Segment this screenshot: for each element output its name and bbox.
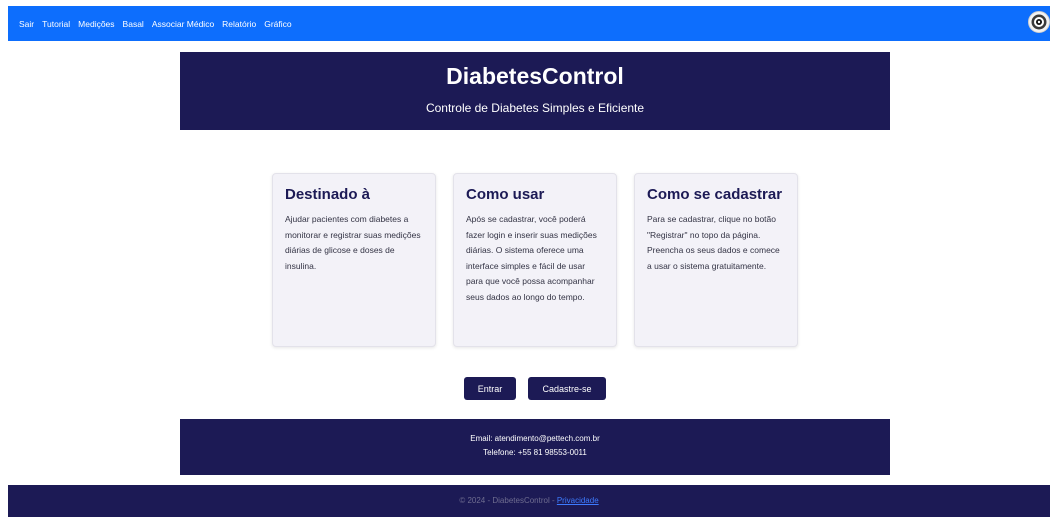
nav-link-relatorio[interactable]: Relatório [222,19,256,29]
nav-link-associar-medico[interactable]: Associar Médico [152,19,214,29]
card-como-cadastrar: Como se cadastrar Para se cadastrar, cli… [634,173,798,347]
page-footer: © 2024 - DiabetesControl - Privacidade [8,485,1050,517]
top-navbar: Sair Tutorial Medições Basal Associar Mé… [8,6,1050,41]
register-button[interactable]: Cadastre-se [528,377,606,400]
card-text: Após se cadastrar, você poderá fazer log… [466,214,597,302]
site-subtitle: Controle de Diabetes Simples e Eficiente [425,101,645,115]
footer-copyright: © 2024 - DiabetesControl - [459,496,557,505]
nav-link-medicoes[interactable]: Medições [78,19,114,29]
nav-link-grafico[interactable]: Gráfico [264,19,291,29]
privacy-link[interactable]: Privacidade [557,496,599,505]
card-title: Como se cadastrar [647,186,783,203]
contact-email: Email: atendimento@pettech.com.br [470,434,600,443]
avatar-graphic [1031,14,1047,30]
action-buttons: Entrar Cadastre-se [0,377,1050,400]
nav-link-basal[interactable]: Basal [123,19,144,29]
card-title: Destinado à [285,186,371,203]
nav-link-tutorial[interactable]: Tutorial [42,19,70,29]
login-button[interactable]: Entrar [464,377,516,400]
info-cards: Destinado à Ajudar pacientes com diabete… [272,173,800,349]
card-destinado: Destinado à Ajudar pacientes com diabete… [272,173,436,347]
card-text: Para se cadastrar, clique no botão "Regi… [647,214,780,271]
card-como-usar: Como usar Após se cadastrar, você poderá… [453,173,617,347]
nav-links: Sair Tutorial Medições Basal Associar Mé… [8,19,292,29]
card-text: Ajudar pacientes com diabetes a monitora… [285,214,421,271]
site-title: DiabetesControl [446,63,624,89]
nav-link-sair[interactable]: Sair [19,19,34,29]
hero-banner: DiabetesControl Controle de Diabetes Sim… [180,52,890,130]
user-avatar-icon[interactable] [1028,11,1050,33]
contact-section: Email: atendimento@pettech.com.br Telefo… [180,419,890,475]
card-title: Como usar [466,186,545,203]
contact-phone: Telefone: +55 81 98553-0011 [483,448,587,457]
